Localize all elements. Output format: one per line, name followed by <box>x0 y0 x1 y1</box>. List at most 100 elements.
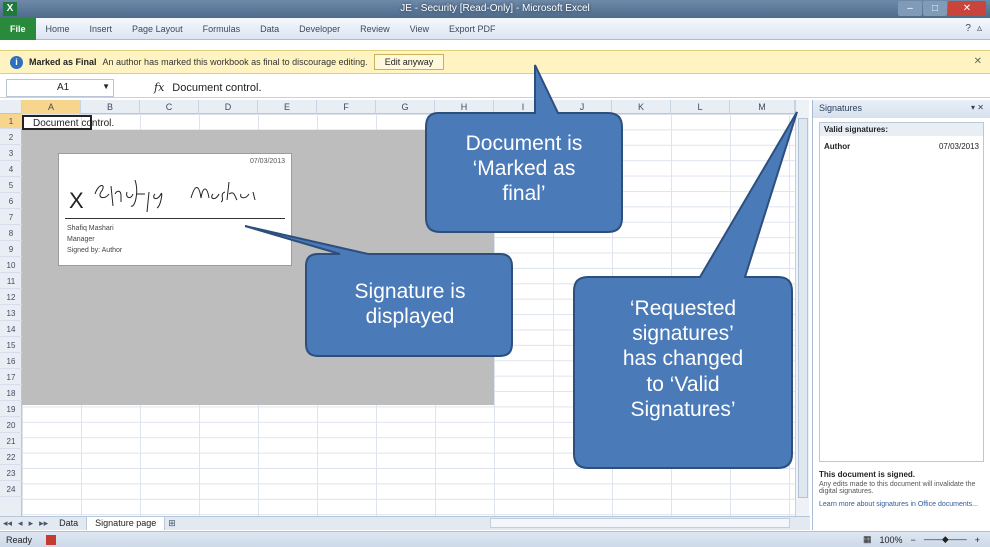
zoom-out-icon[interactable]: − <box>911 535 916 545</box>
tab-export-pdf[interactable]: Export PDF <box>439 24 506 34</box>
maximize-button[interactable]: □ <box>923 1 947 16</box>
signature-entry[interactable]: Author 07/03/2013 <box>820 136 983 151</box>
cell-a1[interactable]: Document control. <box>33 118 114 129</box>
column-header: A B C D E F G H I J K L M <box>0 100 795 114</box>
row-header-4[interactable]: 4 <box>0 162 22 177</box>
valid-signatures-header: Valid signatures: <box>820 123 983 136</box>
ribbon-tabs: File Home Insert Page Layout Formulas Da… <box>0 17 990 40</box>
sheet-nav-first-icon[interactable]: ◂◂ <box>0 518 15 529</box>
document-signed-title: This document is signed. <box>819 470 916 479</box>
insert-sheet-icon[interactable]: ⊞ <box>165 518 179 529</box>
tab-page-layout[interactable]: Page Layout <box>122 24 193 34</box>
select-all-corner[interactable] <box>0 100 22 114</box>
row-header-12[interactable]: 12 <box>0 290 22 305</box>
row-header-16[interactable]: 16 <box>0 354 22 369</box>
callout-marked-final-line-3: final’ <box>502 182 546 206</box>
sheet-nav-last-icon[interactable]: ▸▸ <box>36 518 51 529</box>
row-header-19[interactable]: 19 <box>0 402 22 417</box>
tab-insert[interactable]: Insert <box>80 24 123 34</box>
row-header-15[interactable]: 15 <box>0 338 22 353</box>
signer-name: Shafiq Mashari <box>67 225 114 232</box>
ribbon-help-controls: ? ▵ <box>965 23 990 34</box>
name-box[interactable]: A1 ▼ <box>6 78 114 97</box>
column-header-b[interactable]: B <box>81 100 140 114</box>
row-header-10[interactable]: 10 <box>0 258 22 273</box>
zoom-in-icon[interactable]: + <box>975 535 980 545</box>
column-header-a[interactable]: A <box>22 100 81 114</box>
row-header-18[interactable]: 18 <box>0 386 22 401</box>
row-header-1[interactable]: 1 <box>0 114 22 129</box>
edit-anyway-button[interactable]: Edit anyway <box>373 54 445 70</box>
column-header-f[interactable]: F <box>317 100 376 114</box>
signature-status-icon[interactable] <box>46 534 57 545</box>
vertical-scroll-thumb[interactable] <box>798 118 808 498</box>
tab-review[interactable]: Review <box>350 24 400 34</box>
column-header-g[interactable]: G <box>376 100 435 114</box>
row-header-9[interactable]: 9 <box>0 242 22 257</box>
signatures-pane-title: Signatures <box>819 103 863 113</box>
tab-formulas[interactable]: Formulas <box>193 24 251 34</box>
callout-requested-line-1: ‘Requested <box>629 297 737 320</box>
row-header-11[interactable]: 11 <box>0 274 22 289</box>
row-header-5[interactable]: 5 <box>0 178 22 193</box>
row-header-14[interactable]: 14 <box>0 322 22 337</box>
close-button[interactable]: ✕ <box>948 1 986 16</box>
row-header-21[interactable]: 21 <box>0 434 22 449</box>
sheet-tab-signature-page[interactable]: Signature page <box>87 517 166 530</box>
column-header-c[interactable]: C <box>140 100 199 114</box>
tab-file[interactable]: File <box>0 17 36 40</box>
row-header-7[interactable]: 7 <box>0 210 22 225</box>
row-header-13[interactable]: 13 <box>0 306 22 321</box>
signature-line[interactable]: 07/03/2013 X Shafiq Mashari Manager Sign… <box>58 153 292 266</box>
column-header-k[interactable]: K <box>612 100 671 114</box>
view-normal-icon[interactable]: ▦ <box>863 534 872 545</box>
column-header-j[interactable]: J <box>553 100 612 114</box>
message-bar-close-icon[interactable]: ✕ <box>974 56 982 67</box>
callout-requested-line-4: to ‘Valid <box>646 372 720 396</box>
pane-close-icon[interactable]: ▾ ✕ <box>971 103 984 112</box>
tab-home[interactable]: Home <box>36 24 80 34</box>
chevron-down-icon[interactable]: ▼ <box>102 82 110 91</box>
title-bar: X JE - Security [Read-Only] - Microsoft … <box>0 0 990 18</box>
fx-icon[interactable]: fx <box>154 81 164 94</box>
vertical-scrollbar[interactable] <box>795 100 809 516</box>
column-header-i[interactable]: I <box>494 100 553 114</box>
zoom-level[interactable]: 100% <box>880 535 903 545</box>
row-header: 1 2 3 4 5 6 7 8 9 10 11 12 13 14 15 16 1… <box>0 114 22 516</box>
callout-requested-line-5: Signatures’ <box>630 397 736 421</box>
column-header-d[interactable]: D <box>199 100 258 114</box>
sheet-nav-prev-icon[interactable]: ◂ <box>15 518 26 529</box>
sheet-nav-next-icon[interactable]: ▸ <box>26 518 37 529</box>
tab-developer[interactable]: Developer <box>289 24 350 34</box>
horizontal-scrollbar[interactable] <box>490 518 790 528</box>
row-header-2[interactable]: 2 <box>0 130 22 145</box>
callout-marked-final-text: Document is ‘Marked as final’ <box>430 131 618 207</box>
document-signed-text: Any edits made to this document will inv… <box>819 481 976 495</box>
signed-by: Signed by: Author <box>67 247 123 254</box>
sheet-tab-data[interactable]: Data <box>51 517 88 530</box>
help-icon[interactable]: ? <box>965 23 971 34</box>
zoom-slider[interactable]: ——◆—— <box>924 534 967 545</box>
status-bar: Ready ▦ 100% − ——◆—— + <box>0 531 990 547</box>
row-header-24[interactable]: 24 <box>0 482 22 497</box>
minimize-button[interactable]: – <box>898 1 922 16</box>
row-header-20[interactable]: 20 <box>0 418 22 433</box>
row-header-22[interactable]: 22 <box>0 450 22 465</box>
callout-signature-displayed-line-2: displayed <box>365 305 455 329</box>
row-header-8[interactable]: 8 <box>0 226 22 241</box>
column-header-l[interactable]: L <box>671 100 730 114</box>
zoom-controls: ▦ 100% − ——◆—— + <box>863 534 990 545</box>
row-header-23[interactable]: 23 <box>0 466 22 481</box>
row-header-17[interactable]: 17 <box>0 370 22 385</box>
tab-view[interactable]: View <box>400 24 439 34</box>
callout-marked-final-line-1: Document is <box>465 132 583 155</box>
tab-data[interactable]: Data <box>250 24 289 34</box>
learn-more-link[interactable]: Learn more about signatures in Office do… <box>819 501 984 508</box>
row-header-3[interactable]: 3 <box>0 146 22 161</box>
column-header-m[interactable]: M <box>730 100 795 114</box>
row-header-6[interactable]: 6 <box>0 194 22 209</box>
ribbon-minimize-icon[interactable]: ▵ <box>977 23 982 34</box>
column-header-e[interactable]: E <box>258 100 317 114</box>
column-header-h[interactable]: H <box>435 100 494 114</box>
formula-input[interactable]: Document control. <box>172 82 261 94</box>
